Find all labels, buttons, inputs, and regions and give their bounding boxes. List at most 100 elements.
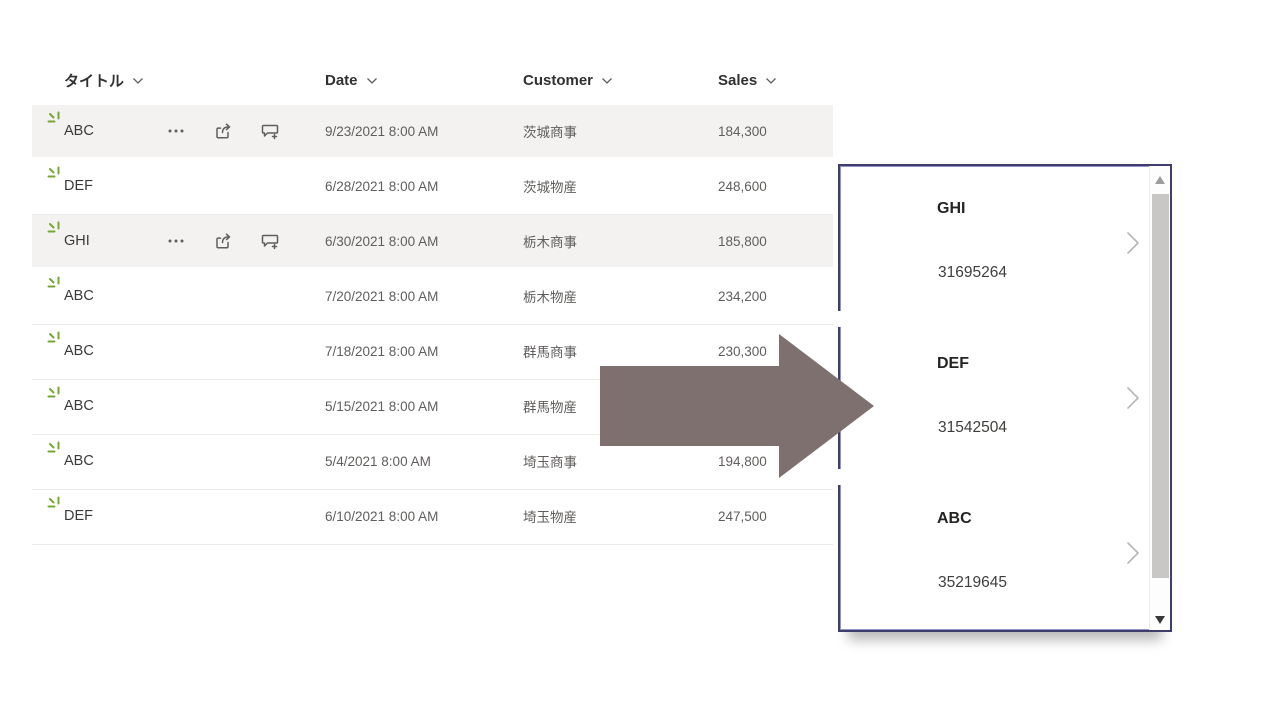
list-header: タイトル Date Customer Sales (32, 55, 833, 105)
row-date: 5/15/2021 8:00 AM (325, 398, 439, 414)
table-row[interactable]: DEF 6/10/2021 8:00 AM 埼玉物産 247,500 (32, 490, 833, 545)
row-sales: 194,800 (718, 453, 767, 469)
chevron-right-icon (1127, 542, 1139, 564)
canvas: { "table": { "columns": [ { "label": "タイ… (0, 0, 1280, 720)
sharepoint-list: タイトル Date Customer Sales ABC 9/23/2021 8… (32, 55, 833, 545)
row-sales: 234,200 (718, 288, 767, 304)
add-comment-button[interactable] (258, 229, 282, 253)
table-row[interactable]: ABC 7/18/2021 8:00 AM 群馬商事 230,300 (32, 325, 833, 380)
table-row[interactable]: ABC 5/4/2021 8:00 AM 埼玉商事 194,800 (32, 435, 833, 490)
column-header-date-label: Date (325, 71, 358, 89)
row-title[interactable]: ABC (64, 325, 94, 377)
column-header-title[interactable]: タイトル (64, 55, 144, 105)
chevron-right-icon (1127, 232, 1139, 254)
gallery-item-title: GHI (937, 200, 966, 217)
column-header-sales-label: Sales (718, 71, 758, 89)
add-comment-button[interactable] (258, 119, 282, 143)
gallery-item-value: 31695264 (938, 264, 1007, 281)
row-date: 7/20/2021 8:00 AM (325, 288, 439, 304)
comment-add-icon (261, 124, 279, 140)
row-title[interactable]: ABC (64, 105, 94, 157)
column-header-title-label: タイトル (64, 72, 125, 90)
sort-chevron-icon[interactable] (366, 77, 378, 85)
new-item-icon (47, 496, 60, 508)
table-row[interactable]: GHI 6/30/2021 8:00 AM 栃木商事 185,800 (32, 215, 833, 270)
new-item-icon (47, 386, 60, 398)
table-row[interactable]: ABC 7/20/2021 8:00 AM 栃木物産 234,200 (32, 270, 833, 325)
row-sales: 248,600 (718, 178, 767, 194)
column-header-sales[interactable]: Sales (718, 55, 777, 105)
row-date: 5/4/2021 8:00 AM (325, 453, 431, 469)
selection-handle[interactable] (834, 469, 843, 485)
row-hover-actions (164, 229, 282, 253)
new-item-icon (47, 166, 60, 178)
gallery-item-value: 35219645 (938, 574, 1007, 591)
row-title[interactable]: DEF (64, 160, 93, 212)
column-header-date[interactable]: Date (325, 55, 378, 105)
scrollbar-thumb[interactable] (1152, 194, 1169, 578)
sort-chevron-icon[interactable] (132, 77, 144, 85)
row-customer: 群馬物産 (523, 400, 577, 415)
row-customer: 埼玉商事 (523, 455, 577, 470)
gallery-item-title: DEF (937, 355, 969, 372)
ellipsis-icon (168, 129, 184, 133)
share-icon (216, 233, 231, 249)
row-date: 9/23/2021 8:00 AM (325, 123, 439, 139)
column-header-customer[interactable]: Customer (523, 55, 613, 105)
new-item-icon (47, 111, 60, 123)
gallery-item-value: 31542504 (938, 419, 1007, 436)
more-actions-button[interactable] (164, 119, 188, 143)
new-item-icon (47, 221, 60, 233)
column-header-customer-label: Customer (523, 71, 594, 89)
next-arrow-button[interactable] (1123, 539, 1143, 567)
gallery-scrollbar[interactable] (1149, 166, 1170, 630)
row-title[interactable]: ABC (64, 270, 94, 322)
gallery-items: GHI 31695264 DEF 31542504 ABC 35219645 (840, 166, 1149, 630)
row-hover-actions (164, 119, 282, 143)
next-arrow-button[interactable] (1123, 229, 1143, 257)
new-item-icon (47, 331, 60, 343)
row-date: 6/28/2021 8:00 AM (325, 178, 439, 194)
gallery-item[interactable]: GHI 31695264 (840, 166, 1149, 321)
row-customer: 群馬商事 (523, 345, 577, 360)
gallery-item-title: ABC (937, 510, 972, 527)
gallery-item[interactable]: ABC 35219645 (840, 476, 1149, 631)
scroll-up-icon[interactable] (1155, 176, 1165, 184)
row-title[interactable]: ABC (64, 380, 94, 432)
row-sales: 247,500 (718, 508, 767, 524)
next-arrow-button[interactable] (1123, 384, 1143, 412)
row-title[interactable]: GHI (64, 215, 90, 267)
share-icon (216, 123, 231, 139)
row-sales: 230,300 (718, 343, 767, 359)
row-customer: 埼玉物産 (523, 510, 577, 525)
gallery-item[interactable]: DEF 31542504 (840, 321, 1149, 476)
row-customer: 栃木物産 (523, 290, 577, 305)
row-title[interactable]: ABC (64, 435, 94, 487)
table-row[interactable]: DEF 6/28/2021 8:00 AM 茨城物産 248,600 (32, 160, 833, 215)
share-button[interactable] (211, 229, 235, 253)
row-date: 7/18/2021 8:00 AM (325, 343, 439, 359)
new-item-icon (47, 276, 60, 288)
row-date: 6/30/2021 8:00 AM (325, 233, 439, 249)
selection-handle[interactable] (834, 311, 843, 327)
sort-chevron-icon[interactable] (765, 77, 777, 85)
row-customer: 茨城物産 (523, 180, 577, 195)
comment-add-icon (261, 234, 279, 250)
table-rows: ABC 9/23/2021 8:00 AM 茨城商事 184,300 DEF 6… (32, 105, 833, 545)
row-title[interactable]: DEF (64, 490, 93, 542)
new-item-icon (47, 441, 60, 453)
ellipsis-icon (168, 239, 184, 243)
share-button[interactable] (211, 119, 235, 143)
table-row[interactable]: ABC 9/23/2021 8:00 AM 茨城商事 184,300 (32, 105, 833, 160)
row-sales: 185,800 (718, 233, 767, 249)
scroll-down-icon[interactable] (1155, 616, 1165, 624)
row-sales: 184,300 (718, 123, 767, 139)
row-date: 6/10/2021 8:00 AM (325, 508, 439, 524)
table-row[interactable]: ABC 5/15/2021 8:00 AM 群馬物産 (32, 380, 833, 435)
row-customer: 栃木商事 (523, 235, 577, 250)
row-customer: 茨城商事 (523, 125, 577, 140)
chevron-right-icon (1127, 387, 1139, 409)
more-actions-button[interactable] (164, 229, 188, 253)
powerapps-gallery[interactable]: GHI 31695264 DEF 31542504 ABC 35219645 (838, 164, 1172, 632)
sort-chevron-icon[interactable] (601, 77, 613, 85)
